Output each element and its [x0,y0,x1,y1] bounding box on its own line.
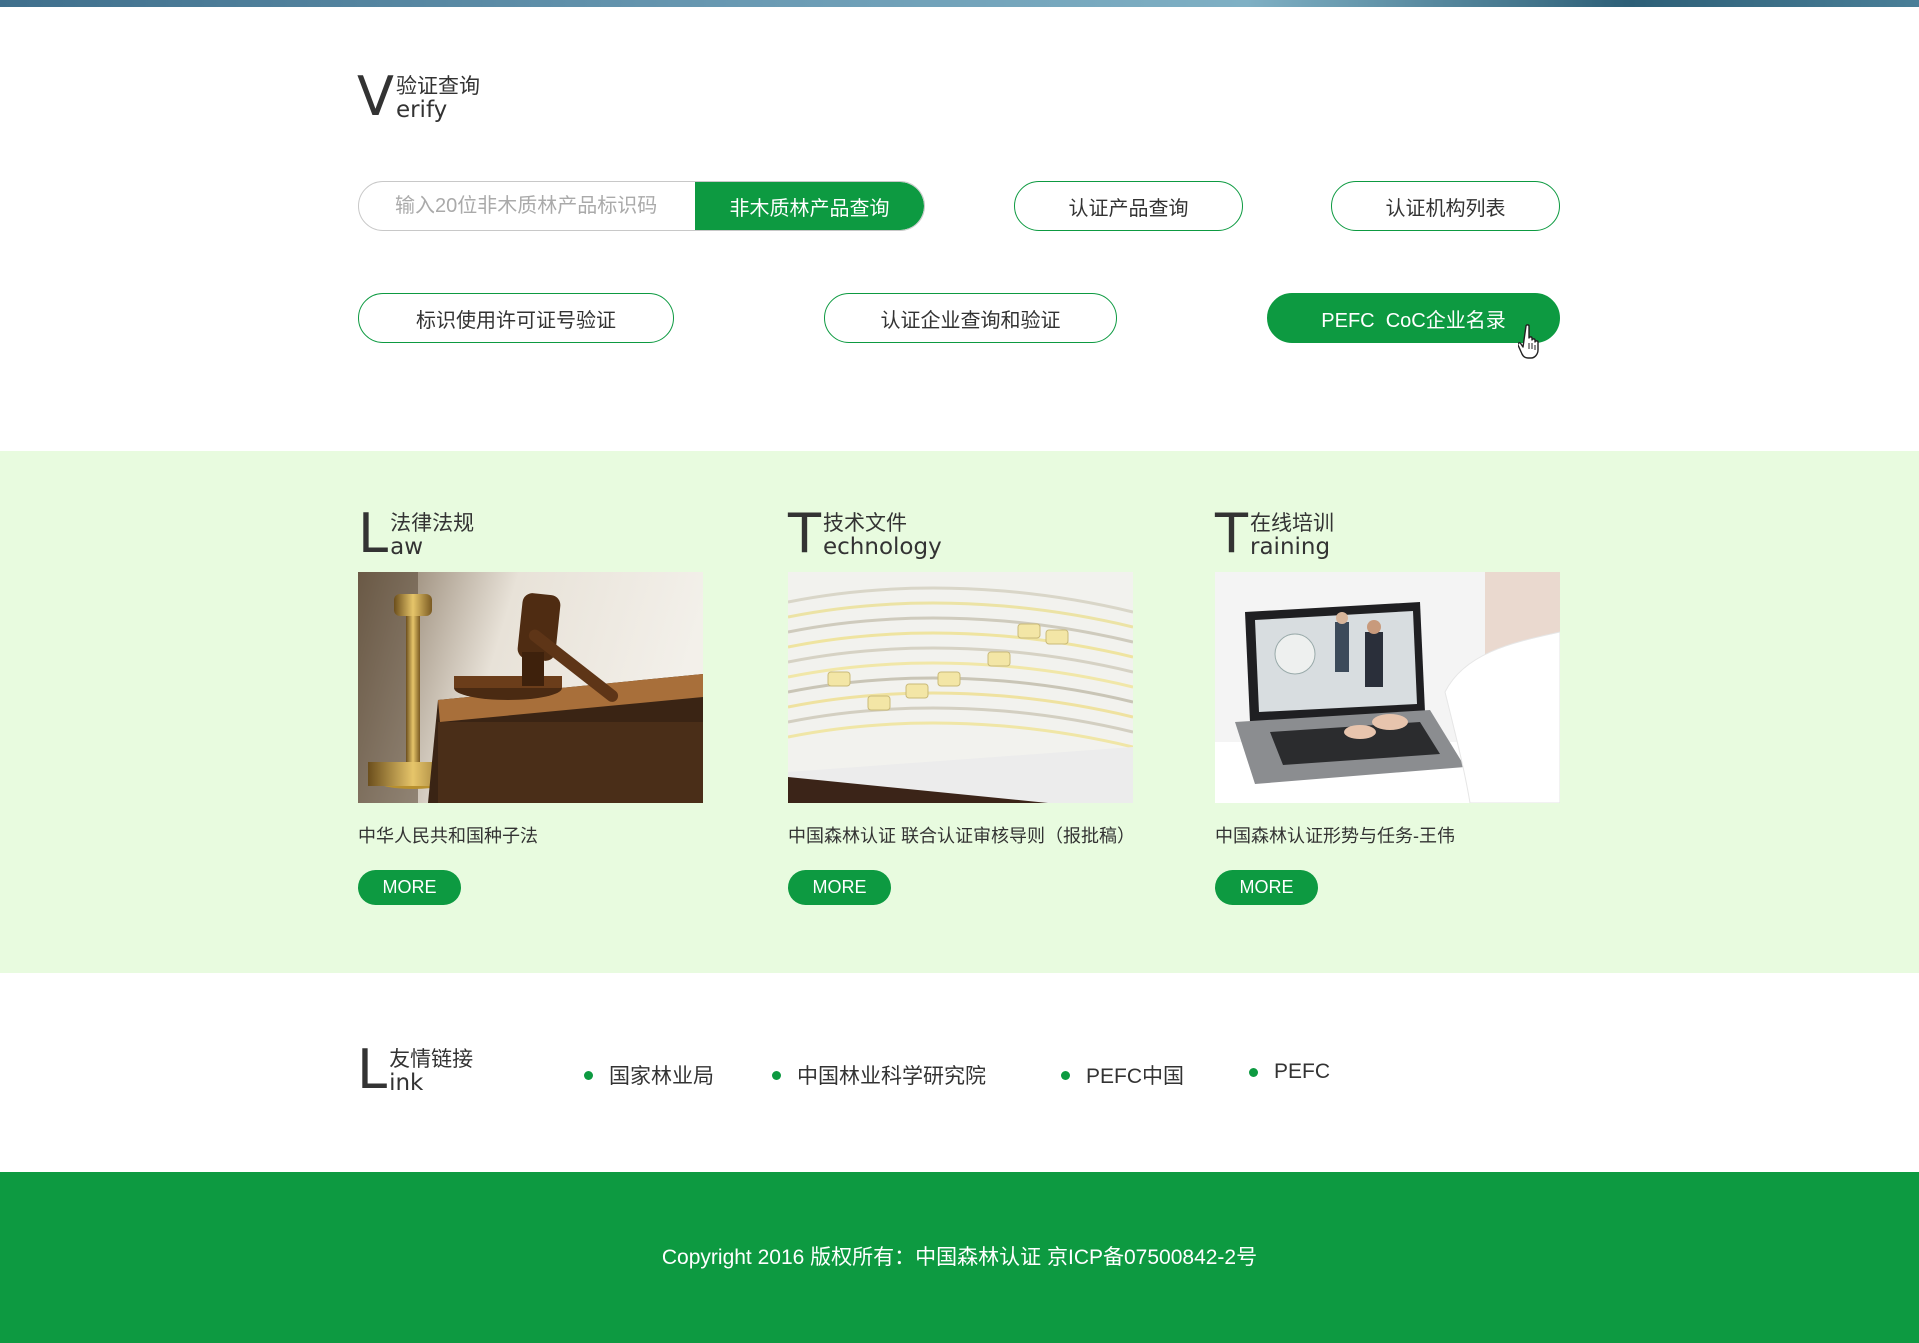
heading-initial: L [358,502,389,565]
friend-link-label: PEFC [1274,1060,1331,1083]
law-caption[interactable]: 中华人民共和国种子法 [358,822,538,848]
file-tabs-photo[interactable] [788,572,1133,803]
technology-caption[interactable]: 中国森林认证 联合认证审核导则（报批稿） [788,822,1135,848]
bullet-dot-icon [584,1070,593,1080]
footer: Copyright 2016 版权所有：中国森林认证 京ICP备07500842… [0,1172,1919,1343]
law-more-button[interactable]: MORE [358,870,461,905]
heading-initial: T [788,502,821,565]
friend-link[interactable]: 中国林业科学研究院 [772,1060,986,1090]
bullet-dot-icon [1061,1070,1070,1080]
product-code-input[interactable] [359,182,695,230]
heading-title-cn: 在线培训 [1250,512,1334,535]
law-heading: L 法律法规 aw [358,502,475,565]
heading-title-en: echnology [823,534,942,560]
heading-title-cn: 法律法规 [390,512,475,535]
technology-heading: T 技术文件 echnology [788,502,942,565]
label-license-verify-button[interactable]: 标识使用许可证号验证 [358,293,674,343]
heading-title-en: aw [390,534,423,560]
heading-title-en: raining [1250,534,1331,560]
verify-section-heading: V 验证查询 erify [357,65,480,128]
heading-title-en: ink [389,1070,424,1096]
heading-initial: V [357,65,394,128]
bullet-dot-icon [772,1070,781,1080]
non-wood-product-search-button[interactable]: 非木质林产品查询 [695,182,924,230]
training-more-button[interactable]: MORE [1215,870,1318,905]
training-caption[interactable]: 中国森林认证形势与任务-王伟 [1215,822,1455,848]
friend-link-label: 中国林业科学研究院 [797,1065,986,1088]
copyright-text: Copyright 2016 版权所有：中国森林认证 京ICP备07500842… [661,1245,1258,1269]
heading-title-cn: 验证查询 [395,75,480,98]
hand-pointer-cursor-icon [1518,324,1539,359]
bullet-dot-icon [1249,1067,1258,1077]
friend-link[interactable]: 国家林业局 [584,1060,714,1090]
laptop-training-photo[interactable] [1215,572,1560,803]
friend-link[interactable]: PEFC [1249,1060,1330,1084]
links-section-heading: L 友情链接 ink [357,1038,474,1101]
certified-product-query-button[interactable]: 认证产品查询 [1014,181,1243,231]
training-heading: T 在线培训 raining [1215,502,1334,565]
heading-title-cn: 友情链接 [389,1048,474,1071]
friend-link-label: PEFC中国 [1086,1065,1185,1088]
product-code-search: 非木质林产品查询 [358,181,925,231]
heading-initial: T [1215,502,1248,565]
certified-company-query-button[interactable]: 认证企业查询和验证 [824,293,1117,343]
heading-title-cn: 技术文件 [823,512,907,535]
pefc-coc-directory-button[interactable]: PEFC CoC企业名录 [1267,293,1560,343]
top-banner-strip [0,0,1919,7]
friend-link-label: 国家林业局 [609,1065,714,1088]
certification-body-list-button[interactable]: 认证机构列表 [1331,181,1560,231]
friend-link[interactable]: PEFC中国 [1061,1060,1184,1090]
heading-title-en: erify [395,97,448,123]
heading-initial: L [357,1038,388,1101]
technology-more-button[interactable]: MORE [788,870,891,905]
content-band: L 法律法规 aw 中华人民共和国种子法 MORE T 技术文件 echnolo… [0,451,1919,973]
gavel-photo[interactable] [358,572,703,803]
